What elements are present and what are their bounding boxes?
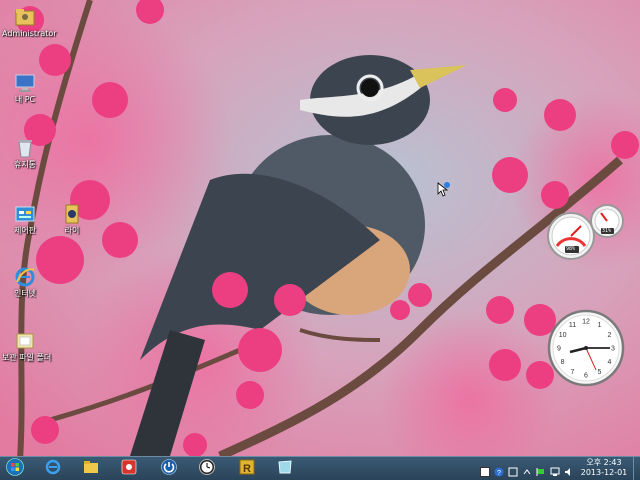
glass-app-icon	[276, 458, 294, 480]
desktop-icon-administrator[interactable]: Administrator	[2, 6, 57, 38]
computer-icon	[14, 72, 36, 94]
network-icon[interactable]	[550, 462, 560, 476]
svg-text:?: ?	[497, 470, 501, 477]
desktop-icon-label: 내 PC	[14, 95, 36, 104]
help-icon[interactable]: ?	[494, 462, 504, 477]
clock-app-icon	[198, 458, 216, 480]
taskbar-r-app[interactable]: R	[236, 458, 258, 479]
r-app-icon: R	[238, 458, 256, 480]
desktop-icon-label: 제어판	[13, 226, 37, 235]
taskbar: R ? 오후 2:43 2013-12-01	[0, 456, 640, 480]
taskbar-red-app[interactable]	[118, 458, 140, 479]
clock-numeral: 5	[598, 369, 602, 376]
ime-icon[interactable]	[508, 462, 518, 477]
desktop-icon-label: Administrator	[2, 29, 57, 38]
taskbar-power-app[interactable]	[158, 458, 180, 479]
internet-explorer-icon	[14, 266, 36, 288]
red-app-icon	[120, 458, 138, 480]
volume-icon[interactable]	[564, 462, 574, 476]
cpu-usage-value: 98%	[566, 246, 576, 252]
clock-numeral: 7	[571, 369, 575, 376]
desktop-icon-label: 보관 파일 폴더	[2, 353, 52, 362]
taskbar-file-explorer[interactable]	[80, 458, 102, 479]
clock-numeral: 6	[584, 373, 588, 380]
control-panel-icon	[14, 203, 36, 225]
desktop-icon-control-panel[interactable]: 제어판	[2, 203, 48, 235]
clock-numeral: 1	[598, 322, 602, 329]
taskbar-date: 2013-12-01	[580, 468, 628, 477]
user-folder-icon	[14, 6, 36, 28]
desktop-icon-archive-folder[interactable]: 보관 파일 폴더	[2, 330, 52, 362]
clock-numeral: 10	[559, 332, 567, 339]
flag-icon[interactable]	[536, 462, 546, 476]
clock-numeral: 2	[607, 332, 611, 339]
start-button[interactable]	[4, 457, 26, 480]
clock-numeral: 3	[611, 346, 615, 353]
desktop-icon-this-pc[interactable]: 내 PC	[2, 72, 48, 104]
power-icon	[160, 458, 178, 480]
folder-icon	[82, 458, 100, 480]
mouse-cursor-icon	[437, 182, 451, 202]
desktop-icon-internet[interactable]: 인터넷	[2, 266, 48, 298]
library-icon	[61, 203, 83, 225]
clock-numeral: 8	[561, 359, 565, 366]
taskbar-glass-app[interactable]	[274, 458, 296, 479]
recycle-bin-icon	[14, 137, 36, 159]
desktop-icon-label: 인터넷	[13, 289, 37, 298]
folder-icon	[14, 330, 36, 352]
taskbar-time: 오후 2:43	[586, 458, 622, 467]
show-desktop-button[interactable]	[633, 457, 640, 480]
desktop-icon-library[interactable]: 라이	[52, 203, 92, 235]
clock-numeral: 12	[582, 319, 590, 326]
taskbar-internet-explorer[interactable]	[42, 458, 64, 479]
svg-text:R: R	[243, 463, 251, 475]
clock-numeral: 9	[557, 346, 561, 353]
internet-explorer-icon	[44, 458, 62, 480]
desktop-wallpaper	[0, 0, 640, 456]
desktop-icon-recycle-bin[interactable]: 휴지통	[2, 137, 48, 169]
keyboard-icon[interactable]	[480, 462, 490, 477]
clock-gadget[interactable]: 12 1 2 3 4 5 6 7 8 9 10 11	[547, 309, 625, 387]
memory-usage-value: 31%	[602, 228, 612, 234]
cpu-meter-gadget[interactable]: 98% 31%	[547, 204, 627, 262]
clock-numeral: 11	[569, 322, 576, 329]
windows-logo-icon	[6, 457, 24, 480]
clock-numeral: 4	[607, 359, 611, 366]
taskbar-clock[interactable]: 오후 2:43 2013-12-01	[578, 458, 630, 478]
chevron-up-icon[interactable]	[522, 462, 532, 475]
desktop-icon-label: 라이	[64, 226, 80, 235]
taskbar-clock-app[interactable]	[196, 458, 218, 479]
desktop-icon-label: 휴지통	[13, 160, 37, 169]
